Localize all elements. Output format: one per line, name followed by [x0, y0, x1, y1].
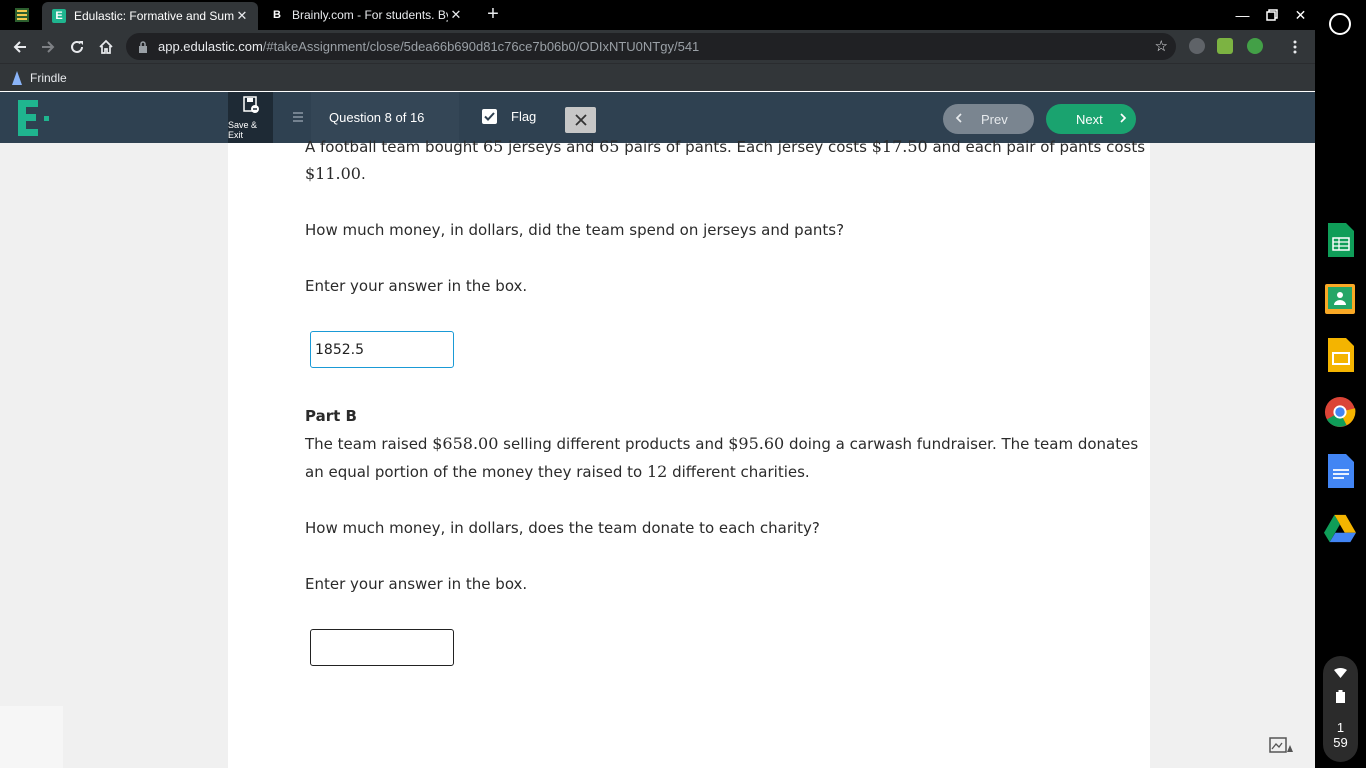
- hamburger-menu-icon[interactable]: [288, 108, 308, 126]
- bookmarks-bar: Frindle: [0, 63, 1315, 91]
- part-a-question: How much money, in dollars, did the team…: [305, 221, 845, 239]
- text: and each pair of pants costs: [927, 138, 1146, 156]
- prev-button[interactable]: Prev: [943, 104, 1034, 134]
- math-value: 12: [646, 462, 668, 481]
- text: different charities.: [667, 463, 810, 481]
- next-button[interactable]: Next: [1046, 104, 1136, 134]
- part-a-instruction: Enter your answer in the box.: [305, 277, 528, 295]
- tab-edulastic[interactable]: E Edulastic: Formative and Summ ✕: [42, 2, 258, 30]
- math-value: 65: [482, 137, 504, 156]
- text: pairs of pants. Each jersey costs: [619, 138, 872, 156]
- address-bar[interactable]: app.edulastic.com/#takeAssignment/close/…: [126, 33, 1176, 60]
- part-b-line-2: an equal portion of the money they raise…: [305, 458, 810, 486]
- flag-toggle[interactable]: Flag: [482, 109, 536, 124]
- question-counter: Question 8 of 16: [329, 110, 425, 125]
- tab-strip: E Edulastic: Formative and Summ ✕ B Brai…: [0, 0, 1315, 30]
- bookmark-star-icon[interactable]: ☆: [1155, 37, 1168, 55]
- chevron-right-icon: [1119, 112, 1127, 126]
- part-b-question: How much money, in dollars, does the tea…: [305, 519, 820, 537]
- google-sheets-icon[interactable]: [1324, 223, 1356, 257]
- tab-title: Edulastic: Formative and Summ: [74, 9, 234, 23]
- edulastic-favicon: E: [52, 9, 66, 23]
- part-b-instruction: Enter your answer in the box.: [305, 575, 528, 593]
- url-path: /#takeAssignment/close/5dea66b690d81c76c…: [262, 39, 700, 54]
- lock-icon: [139, 40, 147, 53]
- new-tab-button[interactable]: +: [482, 3, 504, 25]
- text: jerseys and: [503, 138, 600, 156]
- minimize-icon[interactable]: —: [1228, 0, 1257, 30]
- close-tab-icon[interactable]: ✕: [234, 8, 250, 24]
- text: A football team bought: [305, 138, 483, 156]
- text: doing a carwash fundraiser. The team don…: [784, 435, 1139, 453]
- save-exit-button[interactable]: Save & Exit: [228, 92, 273, 143]
- clock-hour: 1: [1336, 720, 1345, 735]
- text: The team raised: [305, 435, 433, 453]
- google-docs-icon[interactable]: [1324, 454, 1356, 488]
- part-b-line-1: The team raised $658.00 selling differen…: [305, 430, 1138, 458]
- close-window-icon[interactable]: ✕: [1286, 0, 1315, 30]
- google-drive-icon[interactable]: [1324, 511, 1356, 545]
- restore-icon[interactable]: [1257, 0, 1286, 30]
- app-menu-icon[interactable]: [14, 7, 30, 23]
- next-label: Next: [1076, 111, 1103, 127]
- browser-toolbar: app.edulastic.com/#takeAssignment/close/…: [0, 30, 1315, 63]
- battery-icon: [1336, 690, 1345, 703]
- clock: 1 59: [1323, 720, 1358, 750]
- part-a-answer-input[interactable]: [310, 331, 454, 368]
- google-slides-icon[interactable]: [1324, 338, 1356, 372]
- close-button[interactable]: [565, 107, 596, 133]
- forward-icon[interactable]: [35, 34, 61, 60]
- google-classroom-icon[interactable]: [1324, 282, 1356, 316]
- checkmark-icon: [484, 112, 495, 121]
- close-icon: [574, 114, 587, 126]
- part-b-heading: Part B: [305, 407, 357, 425]
- save-exit-icon: [242, 95, 259, 113]
- google-chrome-icon[interactable]: [1324, 395, 1356, 429]
- part-a-line-2: $11.00.: [305, 160, 366, 188]
- part-a-line-1: A football team bought 65 jerseys and 65…: [305, 133, 1145, 161]
- math-value: $95.60: [728, 434, 785, 453]
- save-exit-label: Save & Exit: [228, 119, 258, 140]
- text: an equal portion of the money they raise…: [305, 463, 647, 481]
- chromeos-shelf: 1 59: [1315, 0, 1366, 768]
- reload-icon[interactable]: [64, 34, 90, 60]
- extension-location-icon[interactable]: [1189, 38, 1205, 54]
- reference-sheet-icon[interactable]: [1269, 737, 1293, 753]
- back-icon[interactable]: [7, 34, 33, 60]
- flag-checkbox[interactable]: [482, 109, 497, 124]
- brainly-favicon: B: [273, 9, 281, 21]
- tab-brainly[interactable]: B Brainly.com - For students. By st ✕: [262, 0, 472, 30]
- extension-power-icon[interactable]: [1247, 38, 1263, 54]
- bookmark-frindle[interactable]: Frindle: [30, 71, 67, 85]
- launcher-icon[interactable]: [1329, 13, 1351, 35]
- clock-minute: 59: [1333, 735, 1348, 750]
- url-host: app.edulastic.com: [158, 39, 263, 54]
- status-tray[interactable]: 1 59: [1323, 656, 1358, 762]
- text: .: [360, 165, 366, 183]
- math-value: $17.50: [871, 137, 928, 156]
- browser-window: E Edulastic: Formative and Summ ✕ B Brai…: [0, 0, 1315, 768]
- text: selling different products and: [498, 435, 729, 453]
- edulastic-logo: [18, 100, 49, 136]
- wifi-icon: [1334, 668, 1347, 678]
- math-value: 65: [599, 137, 620, 156]
- prev-label: Prev: [981, 111, 1008, 127]
- window-controls: — ✕: [1228, 0, 1315, 30]
- flag-label: Flag: [511, 109, 537, 124]
- math-value: $11.00: [305, 164, 361, 183]
- corner-panel: [0, 706, 63, 768]
- extension-classroom-icon[interactable]: [1217, 38, 1233, 54]
- home-icon[interactable]: [93, 34, 119, 60]
- close-tab-icon[interactable]: ✕: [448, 7, 464, 23]
- part-b-answer-input[interactable]: [310, 629, 454, 666]
- frindle-bookmark-icon: [12, 70, 22, 85]
- chevron-left-icon: [955, 112, 963, 126]
- tab-title: Brainly.com - For students. By st: [292, 8, 448, 22]
- chrome-menu-icon[interactable]: [1282, 34, 1308, 60]
- math-value: $658.00: [432, 434, 499, 453]
